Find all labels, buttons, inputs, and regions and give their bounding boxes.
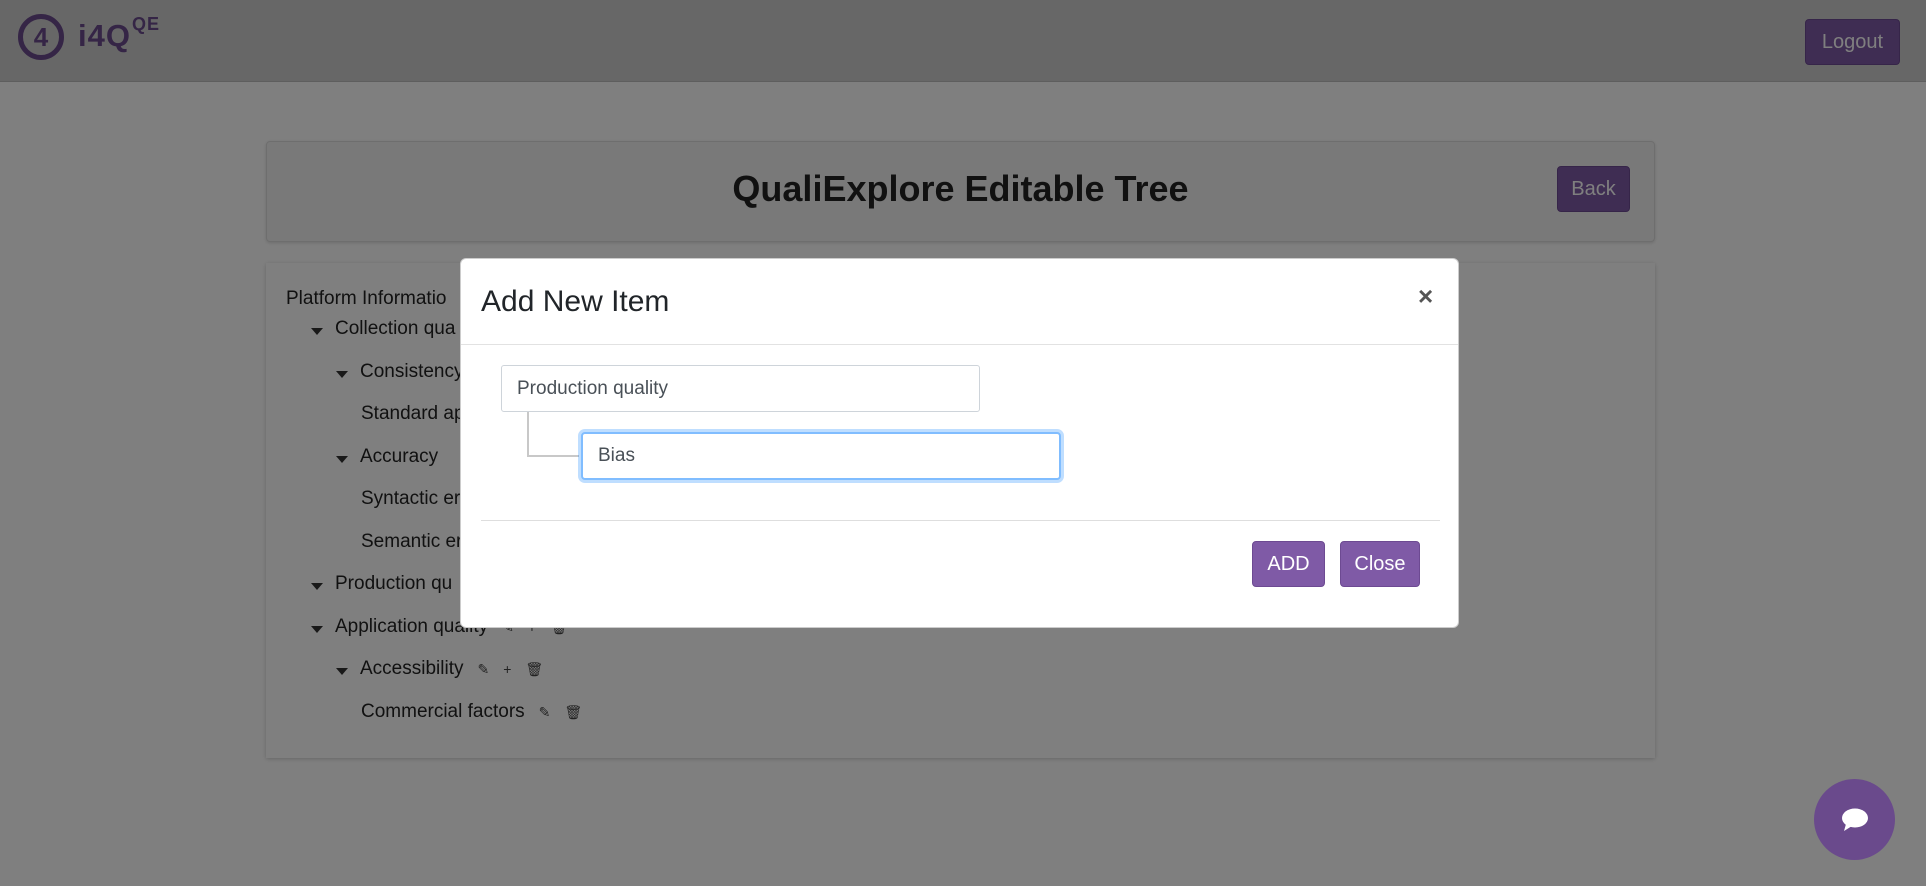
new-item-input[interactable] bbox=[581, 432, 1061, 480]
chat-button[interactable] bbox=[1814, 779, 1895, 860]
modal-footer-divider bbox=[481, 520, 1440, 521]
tree-connector bbox=[527, 412, 579, 457]
modal-header-divider bbox=[461, 344, 1458, 345]
chat-icon bbox=[1841, 808, 1868, 831]
add-item-modal: Add New Item × ADD Close bbox=[460, 258, 1459, 628]
modal-title: Add New Item bbox=[481, 285, 670, 318]
parent-item-input[interactable] bbox=[501, 365, 980, 412]
close-button[interactable]: Close bbox=[1340, 541, 1420, 587]
close-icon[interactable]: × bbox=[1418, 283, 1433, 309]
add-button[interactable]: ADD bbox=[1252, 541, 1325, 587]
